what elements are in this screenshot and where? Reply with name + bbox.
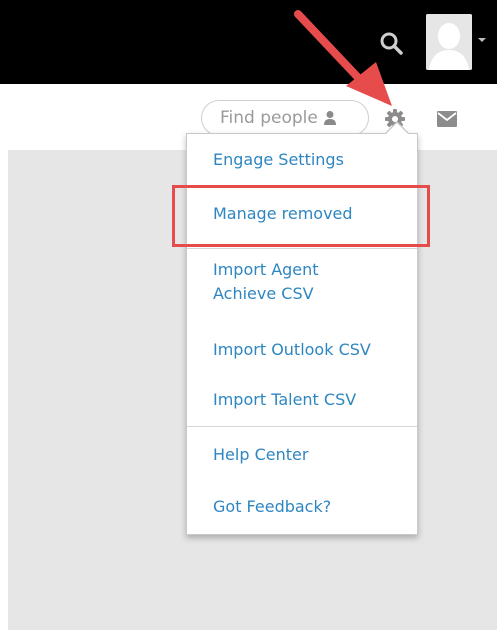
- menu-divider: [187, 426, 417, 427]
- highlight-box-annotation: [172, 185, 430, 247]
- avatar-chevron-down-icon[interactable]: [478, 38, 486, 42]
- menu-item-label-line1: Import Agent: [213, 260, 319, 279]
- menu-item-import-outlook-csv[interactable]: Import Outlook CSV: [213, 338, 371, 362]
- user-avatar-icon: [426, 14, 472, 70]
- menu-item-got-feedback[interactable]: Got Feedback?: [213, 495, 331, 519]
- menu-caret-fill: [385, 123, 409, 135]
- menu-item-engage-settings[interactable]: Engage Settings: [213, 148, 344, 172]
- menu-item-label-line2: Achieve CSV: [213, 284, 314, 303]
- search-icon[interactable]: [378, 30, 404, 56]
- user-avatar[interactable]: [426, 14, 472, 70]
- menu-item-import-talent-csv[interactable]: Import Talent CSV: [213, 388, 356, 412]
- find-people-placeholder: Find people: [220, 108, 318, 128]
- top-navigation-bar: [0, 0, 497, 84]
- find-people-search[interactable]: Find people: [201, 100, 369, 136]
- menu-divider: [187, 248, 417, 249]
- menu-item-help-center[interactable]: Help Center: [213, 443, 308, 467]
- menu-item-import-agent-achieve-csv[interactable]: Import Agent Achieve CSV: [213, 258, 319, 306]
- mail-icon[interactable]: [437, 111, 457, 127]
- person-icon: [323, 111, 336, 125]
